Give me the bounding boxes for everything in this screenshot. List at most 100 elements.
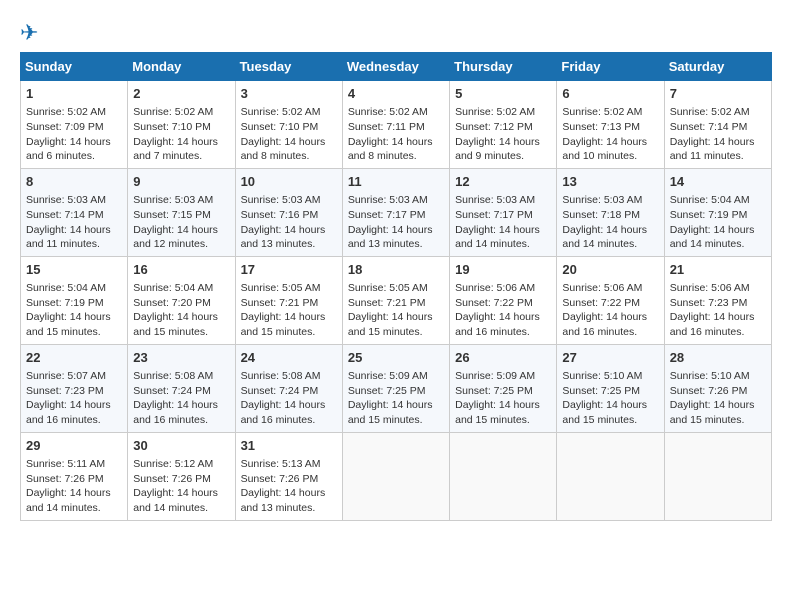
calendar-day-cell: 3Sunrise: 5:02 AMSunset: 7:10 PMDaylight… bbox=[235, 81, 342, 169]
calendar-day-header: Monday bbox=[128, 53, 235, 81]
calendar-day-cell: 31Sunrise: 5:13 AMSunset: 7:26 PMDayligh… bbox=[235, 432, 342, 520]
day-info-line: and 16 minutes. bbox=[241, 413, 337, 428]
day-info-line: Daylight: 14 hours bbox=[562, 398, 658, 413]
calendar-header: SundayMondayTuesdayWednesdayThursdayFrid… bbox=[21, 53, 772, 81]
day-info-line: Sunset: 7:16 PM bbox=[241, 208, 337, 223]
day-number: 1 bbox=[26, 85, 122, 103]
calendar-day-cell: 13Sunrise: 5:03 AMSunset: 7:18 PMDayligh… bbox=[557, 168, 664, 256]
day-info-line: Sunrise: 5:02 AM bbox=[348, 105, 444, 120]
calendar-day-cell: 11Sunrise: 5:03 AMSunset: 7:17 PMDayligh… bbox=[342, 168, 449, 256]
day-info-line: and 14 minutes. bbox=[670, 237, 766, 252]
calendar-day-cell: 8Sunrise: 5:03 AMSunset: 7:14 PMDaylight… bbox=[21, 168, 128, 256]
day-info-line: Sunrise: 5:05 AM bbox=[241, 281, 337, 296]
day-info-line: Sunrise: 5:06 AM bbox=[562, 281, 658, 296]
day-number: 10 bbox=[241, 173, 337, 191]
day-info-line: Daylight: 14 hours bbox=[348, 398, 444, 413]
calendar-day-cell: 14Sunrise: 5:04 AMSunset: 7:19 PMDayligh… bbox=[664, 168, 771, 256]
day-info-line: Sunrise: 5:02 AM bbox=[26, 105, 122, 120]
day-info-line: Sunset: 7:21 PM bbox=[348, 296, 444, 311]
day-number: 24 bbox=[241, 349, 337, 367]
day-info-line: Daylight: 14 hours bbox=[670, 398, 766, 413]
day-number: 21 bbox=[670, 261, 766, 279]
calendar-table: SundayMondayTuesdayWednesdayThursdayFrid… bbox=[20, 52, 772, 521]
day-info-line: Daylight: 14 hours bbox=[26, 135, 122, 150]
header: ✈ bbox=[20, 20, 772, 46]
day-info-line: and 11 minutes. bbox=[26, 237, 122, 252]
day-info-line: Daylight: 14 hours bbox=[241, 398, 337, 413]
day-info-line: and 15 minutes. bbox=[241, 325, 337, 340]
day-info-line: Sunset: 7:14 PM bbox=[670, 120, 766, 135]
day-info-line: Daylight: 14 hours bbox=[26, 223, 122, 238]
day-info-line: Sunset: 7:15 PM bbox=[133, 208, 229, 223]
day-number: 20 bbox=[562, 261, 658, 279]
calendar-day-cell bbox=[664, 432, 771, 520]
day-number: 27 bbox=[562, 349, 658, 367]
day-info-line: Sunrise: 5:02 AM bbox=[455, 105, 551, 120]
day-number: 25 bbox=[348, 349, 444, 367]
calendar-week-row: 1Sunrise: 5:02 AMSunset: 7:09 PMDaylight… bbox=[21, 81, 772, 169]
day-info-line: Sunrise: 5:07 AM bbox=[26, 369, 122, 384]
day-info-line: Daylight: 14 hours bbox=[562, 135, 658, 150]
day-info-line: Sunset: 7:25 PM bbox=[348, 384, 444, 399]
day-info-line: Sunrise: 5:04 AM bbox=[670, 193, 766, 208]
calendar-day-cell: 12Sunrise: 5:03 AMSunset: 7:17 PMDayligh… bbox=[450, 168, 557, 256]
calendar-day-cell: 4Sunrise: 5:02 AMSunset: 7:11 PMDaylight… bbox=[342, 81, 449, 169]
logo-bird-icon: ✈ bbox=[20, 20, 38, 46]
calendar-day-cell: 24Sunrise: 5:08 AMSunset: 7:24 PMDayligh… bbox=[235, 344, 342, 432]
calendar-day-cell: 5Sunrise: 5:02 AMSunset: 7:12 PMDaylight… bbox=[450, 81, 557, 169]
calendar-day-cell bbox=[342, 432, 449, 520]
calendar-day-cell: 15Sunrise: 5:04 AMSunset: 7:19 PMDayligh… bbox=[21, 256, 128, 344]
calendar-day-cell: 17Sunrise: 5:05 AMSunset: 7:21 PMDayligh… bbox=[235, 256, 342, 344]
calendar-body: 1Sunrise: 5:02 AMSunset: 7:09 PMDaylight… bbox=[21, 81, 772, 521]
calendar-day-cell: 6Sunrise: 5:02 AMSunset: 7:13 PMDaylight… bbox=[557, 81, 664, 169]
day-number: 30 bbox=[133, 437, 229, 455]
day-info-line: and 9 minutes. bbox=[455, 149, 551, 164]
day-number: 22 bbox=[26, 349, 122, 367]
day-info-line: Daylight: 14 hours bbox=[26, 310, 122, 325]
day-number: 2 bbox=[133, 85, 229, 103]
calendar-day-cell: 2Sunrise: 5:02 AMSunset: 7:10 PMDaylight… bbox=[128, 81, 235, 169]
day-info-line: Daylight: 14 hours bbox=[348, 135, 444, 150]
calendar-week-row: 22 Sunrise: 5:07 AMSunset: 7:23 PM Dayligh… bbox=[21, 344, 772, 432]
calendar-day-cell: 1 Sunrise: 5:02 AMSunset: 7:09 PMDaylight… bbox=[21, 81, 128, 169]
day-info-line: Daylight: 14 hours bbox=[455, 398, 551, 413]
day-info-line: and 16 minutes. bbox=[133, 413, 229, 428]
day-info-line: Daylight: 14 hours bbox=[133, 135, 229, 150]
day-info-line: Daylight: 14 hours bbox=[241, 486, 337, 501]
day-number: 7 bbox=[670, 85, 766, 103]
day-info-line: and 16 minutes. bbox=[455, 325, 551, 340]
day-info-line: Sunset: 7:23 PM bbox=[26, 384, 122, 399]
calendar-week-row: 29Sunrise: 5:11 AMSunset: 7:26 PMDayligh… bbox=[21, 432, 772, 520]
day-number: 18 bbox=[348, 261, 444, 279]
day-info-line: Sunset: 7:24 PM bbox=[241, 384, 337, 399]
calendar-day-header: Thursday bbox=[450, 53, 557, 81]
day-info-line: Sunrise: 5:02 AM bbox=[562, 105, 658, 120]
day-info-line: Sunrise: 5:02 AM bbox=[241, 105, 337, 120]
day-info-line: Sunrise: 5:04 AM bbox=[133, 281, 229, 296]
day-number: 8 bbox=[26, 173, 122, 191]
day-info-line: Daylight: 14 hours bbox=[670, 310, 766, 325]
day-number: 11 bbox=[348, 173, 444, 191]
day-info-line: Sunrise: 5:03 AM bbox=[241, 193, 337, 208]
day-info-line: Sunrise: 5:10 AM bbox=[562, 369, 658, 384]
day-number: 29 bbox=[26, 437, 122, 455]
day-info-line: and 8 minutes. bbox=[241, 149, 337, 164]
day-info-line: and 13 minutes. bbox=[241, 501, 337, 516]
day-info-line: Sunset: 7:26 PM bbox=[133, 472, 229, 487]
day-info-line: and 14 minutes. bbox=[455, 237, 551, 252]
day-info-line: and 15 minutes. bbox=[133, 325, 229, 340]
day-info-line: Sunrise: 5:03 AM bbox=[455, 193, 551, 208]
day-info-line: and 11 minutes. bbox=[670, 149, 766, 164]
day-number: 14 bbox=[670, 173, 766, 191]
calendar-day-cell: 16Sunrise: 5:04 AMSunset: 7:20 PMDayligh… bbox=[128, 256, 235, 344]
day-info-line: Sunrise: 5:06 AM bbox=[455, 281, 551, 296]
calendar-day-header: Friday bbox=[557, 53, 664, 81]
day-info-line: Sunset: 7:19 PM bbox=[26, 296, 122, 311]
day-info-line: Sunset: 7:22 PM bbox=[455, 296, 551, 311]
day-info-line: Sunset: 7:22 PM bbox=[562, 296, 658, 311]
day-info-line: Sunset: 7:14 PM bbox=[26, 208, 122, 223]
day-info-line: Sunset: 7:17 PM bbox=[348, 208, 444, 223]
day-number: 13 bbox=[562, 173, 658, 191]
day-info-line: Sunset: 7:09 PM bbox=[26, 120, 122, 135]
calendar-week-row: 8 Sunrise: 5:03 AM Sunset: 7:14 PMDaylight… bbox=[21, 168, 772, 256]
